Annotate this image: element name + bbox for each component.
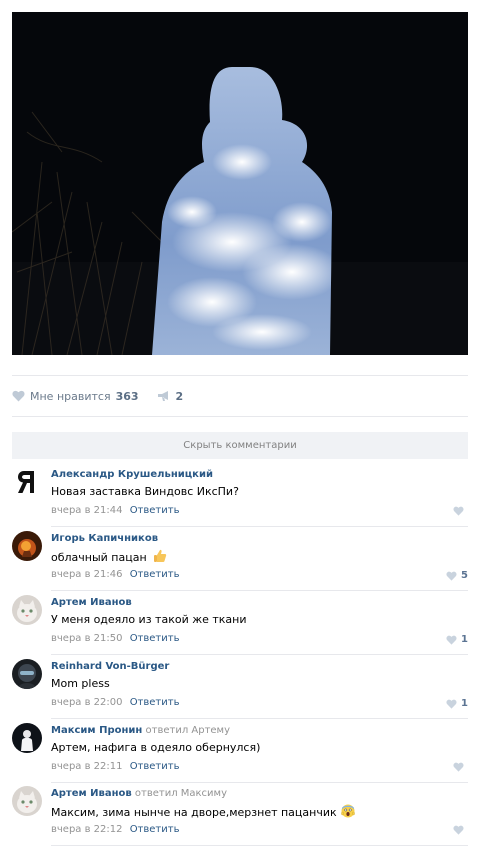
author-name[interactable]: Reinhard Von-Bürger bbox=[51, 661, 169, 672]
reply-button[interactable]: Ответить bbox=[130, 761, 180, 772]
comment-meta: вчера в 21:44 Ответить bbox=[51, 505, 179, 516]
comment-text: Максим, зима нынче на дворе,мерзнет паца… bbox=[51, 804, 355, 819]
reply-button[interactable]: Ответить bbox=[130, 633, 180, 644]
share-button[interactable]: 2 bbox=[157, 389, 184, 403]
reply-button[interactable]: Ответить bbox=[130, 569, 180, 580]
avatar[interactable] bbox=[12, 531, 42, 561]
author-name[interactable]: Максим Пронин bbox=[51, 725, 142, 736]
comment-author-line: Игорь Капичников bbox=[51, 533, 158, 544]
hooded-figure-cloud-image bbox=[12, 12, 468, 355]
comment-time[interactable]: вчера в 21:44 bbox=[51, 505, 123, 516]
comment-like-button[interactable]: 5 bbox=[446, 570, 468, 581]
comment-text: облачный пацан bbox=[51, 549, 167, 564]
heart-icon bbox=[453, 825, 464, 835]
comment-item: Максим Пронин ответил Артему Артем, нафи… bbox=[12, 719, 468, 783]
post-photo[interactable] bbox=[12, 12, 468, 355]
megaphone-icon bbox=[157, 391, 168, 401]
replied-to: ответил Максиму bbox=[134, 788, 228, 799]
comment-like-count: 1 bbox=[461, 698, 468, 709]
comment-author-line: Максим Пронин ответил Артему bbox=[51, 725, 230, 736]
comment-item: Reinhard Von-Bürger Mom pless вчера в 22… bbox=[12, 655, 468, 719]
heart-icon bbox=[446, 635, 457, 645]
like-label: Мне нравится bbox=[30, 389, 111, 403]
comment-author-line: Артем Иванов bbox=[51, 597, 132, 608]
heart-icon bbox=[453, 762, 464, 772]
reply-button[interactable]: Ответить bbox=[130, 505, 180, 516]
like-button[interactable]: Мне нравится 363 bbox=[12, 390, 139, 403]
comment-text-content: облачный пацан bbox=[51, 551, 147, 564]
comment-like-count: 1 bbox=[461, 634, 468, 645]
avatar[interactable] bbox=[12, 786, 42, 816]
comment-text: Mom pless bbox=[51, 677, 110, 690]
like-count: 363 bbox=[115, 389, 139, 403]
comment-divider bbox=[51, 845, 468, 846]
divider bbox=[12, 375, 468, 376]
comment-text: У меня одеяло из такой же ткани bbox=[51, 613, 247, 626]
heart-icon bbox=[446, 699, 457, 709]
reply-button[interactable]: Ответить bbox=[130, 697, 180, 708]
author-name[interactable]: Артем Иванов bbox=[51, 788, 132, 799]
comment-like-button[interactable] bbox=[453, 506, 468, 516]
comment-time[interactable]: вчера в 21:50 bbox=[51, 633, 123, 644]
comment-time[interactable]: вчера в 22:11 bbox=[51, 761, 123, 772]
comment-time[interactable]: вчера в 22:00 bbox=[51, 697, 123, 708]
avatar-helmet-icon bbox=[12, 659, 42, 689]
comment-text: Новая заставка Виндовс ИксПи? bbox=[51, 485, 239, 498]
comment-meta: вчера в 21:50 Ответить bbox=[51, 633, 179, 644]
thumbs-up-emoji-icon bbox=[154, 549, 167, 562]
comment-item: Александр Крушельницкий Новая заставка В… bbox=[12, 463, 468, 527]
divider bbox=[12, 416, 468, 417]
comment-like-button[interactable]: 1 bbox=[446, 698, 468, 709]
hide-comments-button[interactable]: Скрыть комментарии bbox=[12, 432, 468, 459]
replied-to: ответил Артему bbox=[145, 725, 231, 736]
heart-icon bbox=[446, 571, 457, 581]
avatar-cat-icon bbox=[12, 786, 42, 816]
comment-meta: вчера в 21:46 Ответить bbox=[51, 569, 179, 580]
reply-button[interactable]: Ответить bbox=[130, 824, 180, 835]
comment-item: Игорь Капичников облачный пацан вчера в … bbox=[12, 527, 468, 591]
comment-like-count: 5 bbox=[461, 570, 468, 581]
comment-author-line: Александр Крушельницкий bbox=[51, 469, 213, 480]
avatar[interactable] bbox=[12, 595, 42, 625]
comment-time[interactable]: вчера в 21:46 bbox=[51, 569, 123, 580]
comment-like-button[interactable] bbox=[453, 825, 468, 835]
comment-text-content: Максим, зима нынче на дворе,мерзнет паца… bbox=[51, 806, 337, 819]
comment-like-button[interactable] bbox=[453, 762, 468, 772]
comment-author-line: Reinhard Von-Bürger bbox=[51, 661, 169, 672]
heart-icon bbox=[453, 506, 464, 516]
comment-time[interactable]: вчера в 22:12 bbox=[51, 824, 123, 835]
avatar-letter-ya-icon bbox=[12, 467, 42, 497]
avatar[interactable] bbox=[12, 467, 42, 497]
author-name[interactable]: Артем Иванов bbox=[51, 597, 132, 608]
comment-meta: вчера в 22:00 Ответить bbox=[51, 697, 179, 708]
post-actions: Мне нравится 363 2 bbox=[12, 384, 468, 408]
comment-item: Артем Иванов У меня одеяло из такой же т… bbox=[12, 591, 468, 655]
comment-like-button[interactable]: 1 bbox=[446, 634, 468, 645]
comment-meta: вчера в 22:11 Ответить bbox=[51, 761, 179, 772]
avatar-figure-icon bbox=[12, 723, 42, 753]
author-name[interactable]: Александр Крушельницкий bbox=[51, 469, 213, 480]
comment-item: Артем Иванов ответил Максиму Максим, зим… bbox=[12, 782, 468, 846]
comment-meta: вчера в 22:12 Ответить bbox=[51, 824, 179, 835]
avatar-fire-icon bbox=[12, 531, 42, 561]
heart-icon bbox=[12, 390, 25, 402]
author-name[interactable]: Игорь Капичников bbox=[51, 533, 158, 544]
comment-author-line: Артем Иванов ответил Максиму bbox=[51, 788, 227, 799]
avatar[interactable] bbox=[12, 723, 42, 753]
screaming-face-emoji-icon bbox=[341, 804, 355, 818]
avatar-cat-icon bbox=[12, 595, 42, 625]
share-count: 2 bbox=[175, 389, 184, 403]
avatar[interactable] bbox=[12, 659, 42, 689]
comment-text: Артем, нафига в одеяло обернулся) bbox=[51, 741, 261, 754]
